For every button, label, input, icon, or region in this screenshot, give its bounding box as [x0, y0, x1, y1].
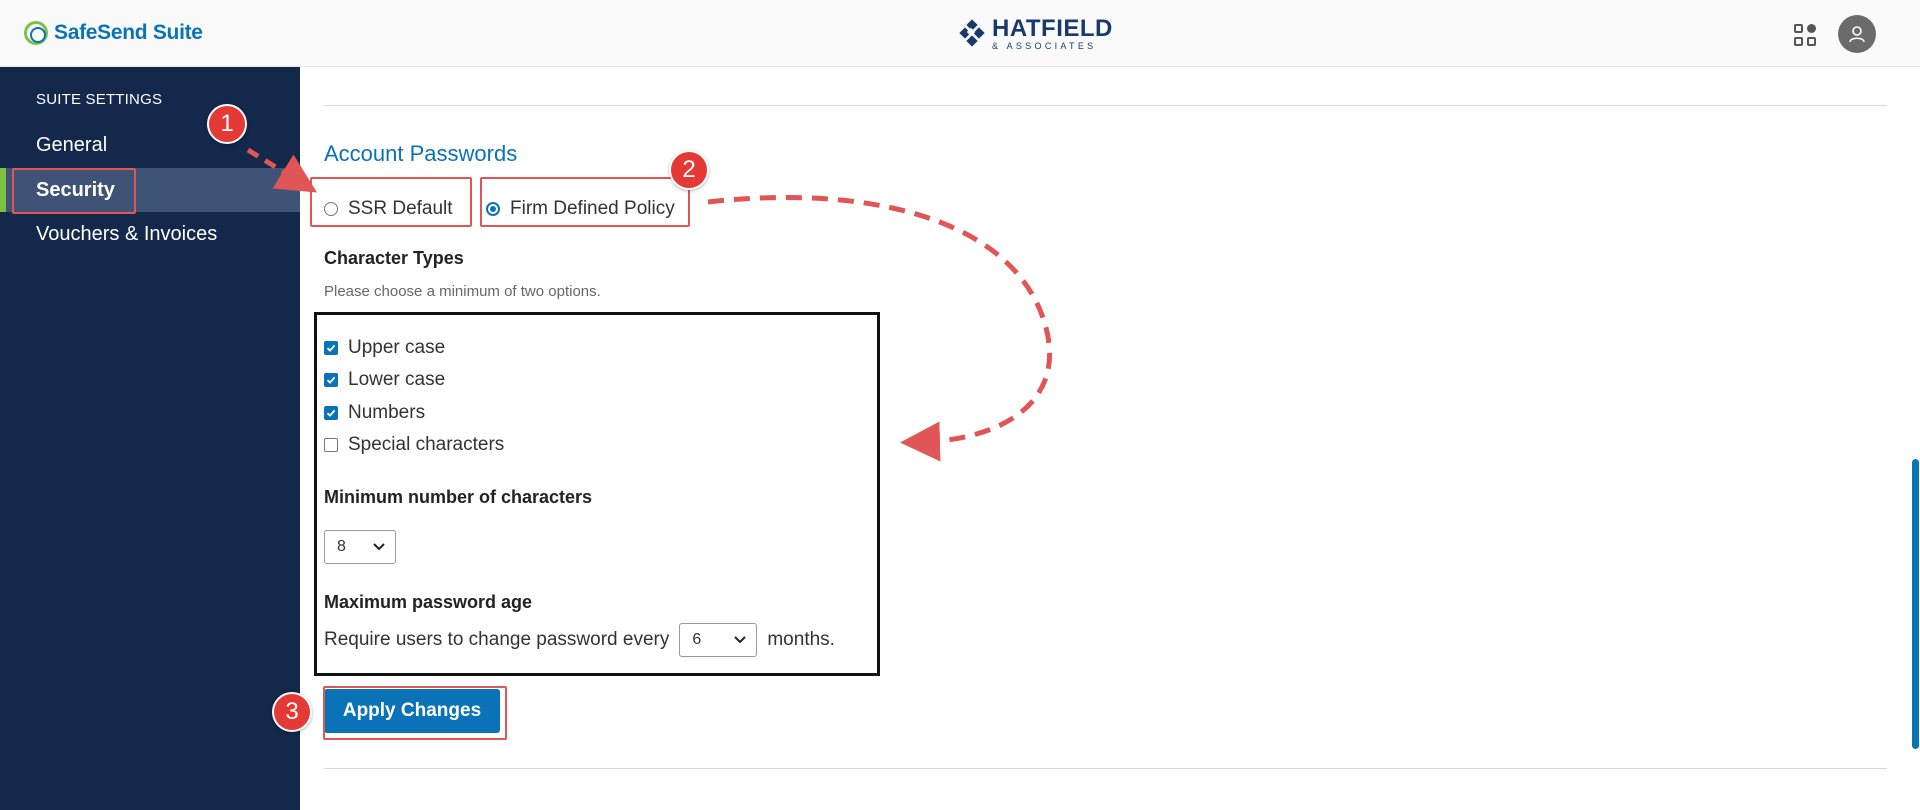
- firm-name: HATFIELD: [992, 15, 1113, 42]
- brand-name: SafeSend Suite: [54, 21, 203, 44]
- firm-logo: HATFIELD & ASSOCIATES: [958, 16, 1113, 52]
- max-age-prefix: Require users to change password every: [324, 629, 670, 650]
- main-content: Account Passwords SSR Default Firm Defin…: [300, 67, 1920, 810]
- annotation-badge-3: 3: [272, 692, 312, 732]
- checkbox-numbers[interactable]: Numbers: [324, 401, 425, 425]
- max-age-suffix: months.: [767, 629, 835, 650]
- checkbox-upper-case[interactable]: Upper case: [324, 336, 445, 360]
- select-value: 6: [692, 631, 702, 648]
- security-highlight-box: [12, 168, 136, 214]
- scrollbar-thumb[interactable]: [1912, 459, 1919, 749]
- checkbox-label: Lower case: [348, 369, 446, 390]
- firm-subtitle: & ASSOCIATES: [992, 41, 1097, 51]
- min-chars-select[interactable]: 8: [324, 530, 396, 564]
- check-icon: [326, 344, 336, 352]
- checkbox[interactable]: [324, 438, 338, 452]
- section-divider-bottom: [324, 768, 1887, 769]
- apply-highlight-box: [323, 686, 507, 740]
- section-divider-top: [324, 105, 1887, 106]
- checkbox-label: Numbers: [348, 402, 426, 423]
- checkbox[interactable]: [324, 406, 338, 420]
- max-age-label: Maximum password age: [324, 592, 533, 612]
- section-title: Account Passwords: [324, 141, 518, 166]
- apps-grid-icon[interactable]: [1794, 24, 1818, 48]
- top-header: SafeSend Suite HATFIELD & ASSOCIATES: [0, 0, 1920, 67]
- annotation-badge-2: 2: [669, 150, 709, 190]
- user-avatar[interactable]: [1838, 15, 1876, 53]
- annotation-badge-1: 1: [207, 104, 247, 144]
- firm-policy-highlight-box: [480, 177, 690, 227]
- min-chars-label: Minimum number of characters: [324, 487, 593, 507]
- sidebar-item-vouchers-invoices[interactable]: Vouchers & Invoices: [0, 212, 300, 256]
- checkbox-lower-case[interactable]: Lower case: [324, 368, 445, 392]
- chevron-down-icon: [734, 636, 747, 644]
- user-icon: [1849, 26, 1865, 43]
- chevron-down-icon: [373, 543, 385, 551]
- check-icon: [326, 409, 336, 417]
- character-types-hint: Please choose a minimum of two options.: [324, 283, 601, 300]
- checkbox[interactable]: [324, 341, 338, 355]
- safesend-logo-icon: [24, 21, 48, 45]
- checkbox-label: Upper case: [348, 337, 446, 358]
- max-age-row: Require users to change password every 6…: [324, 623, 835, 657]
- check-icon: [326, 376, 336, 384]
- checkbox-label: Special characters: [348, 434, 505, 455]
- select-value: 8: [337, 538, 346, 555]
- character-types-label: Character Types: [324, 248, 464, 268]
- sidebar-heading: SUITE SETTINGS: [36, 91, 163, 108]
- ssr-default-highlight-box: [310, 177, 472, 227]
- safesend-logo[interactable]: SafeSend Suite: [24, 19, 203, 47]
- max-age-select[interactable]: 6: [679, 623, 758, 657]
- checkbox[interactable]: [324, 373, 338, 387]
- checkbox-special-characters[interactable]: Special characters: [324, 433, 504, 457]
- sidebar-item-general[interactable]: General: [0, 123, 300, 167]
- firm-logo-icon: [958, 19, 986, 48]
